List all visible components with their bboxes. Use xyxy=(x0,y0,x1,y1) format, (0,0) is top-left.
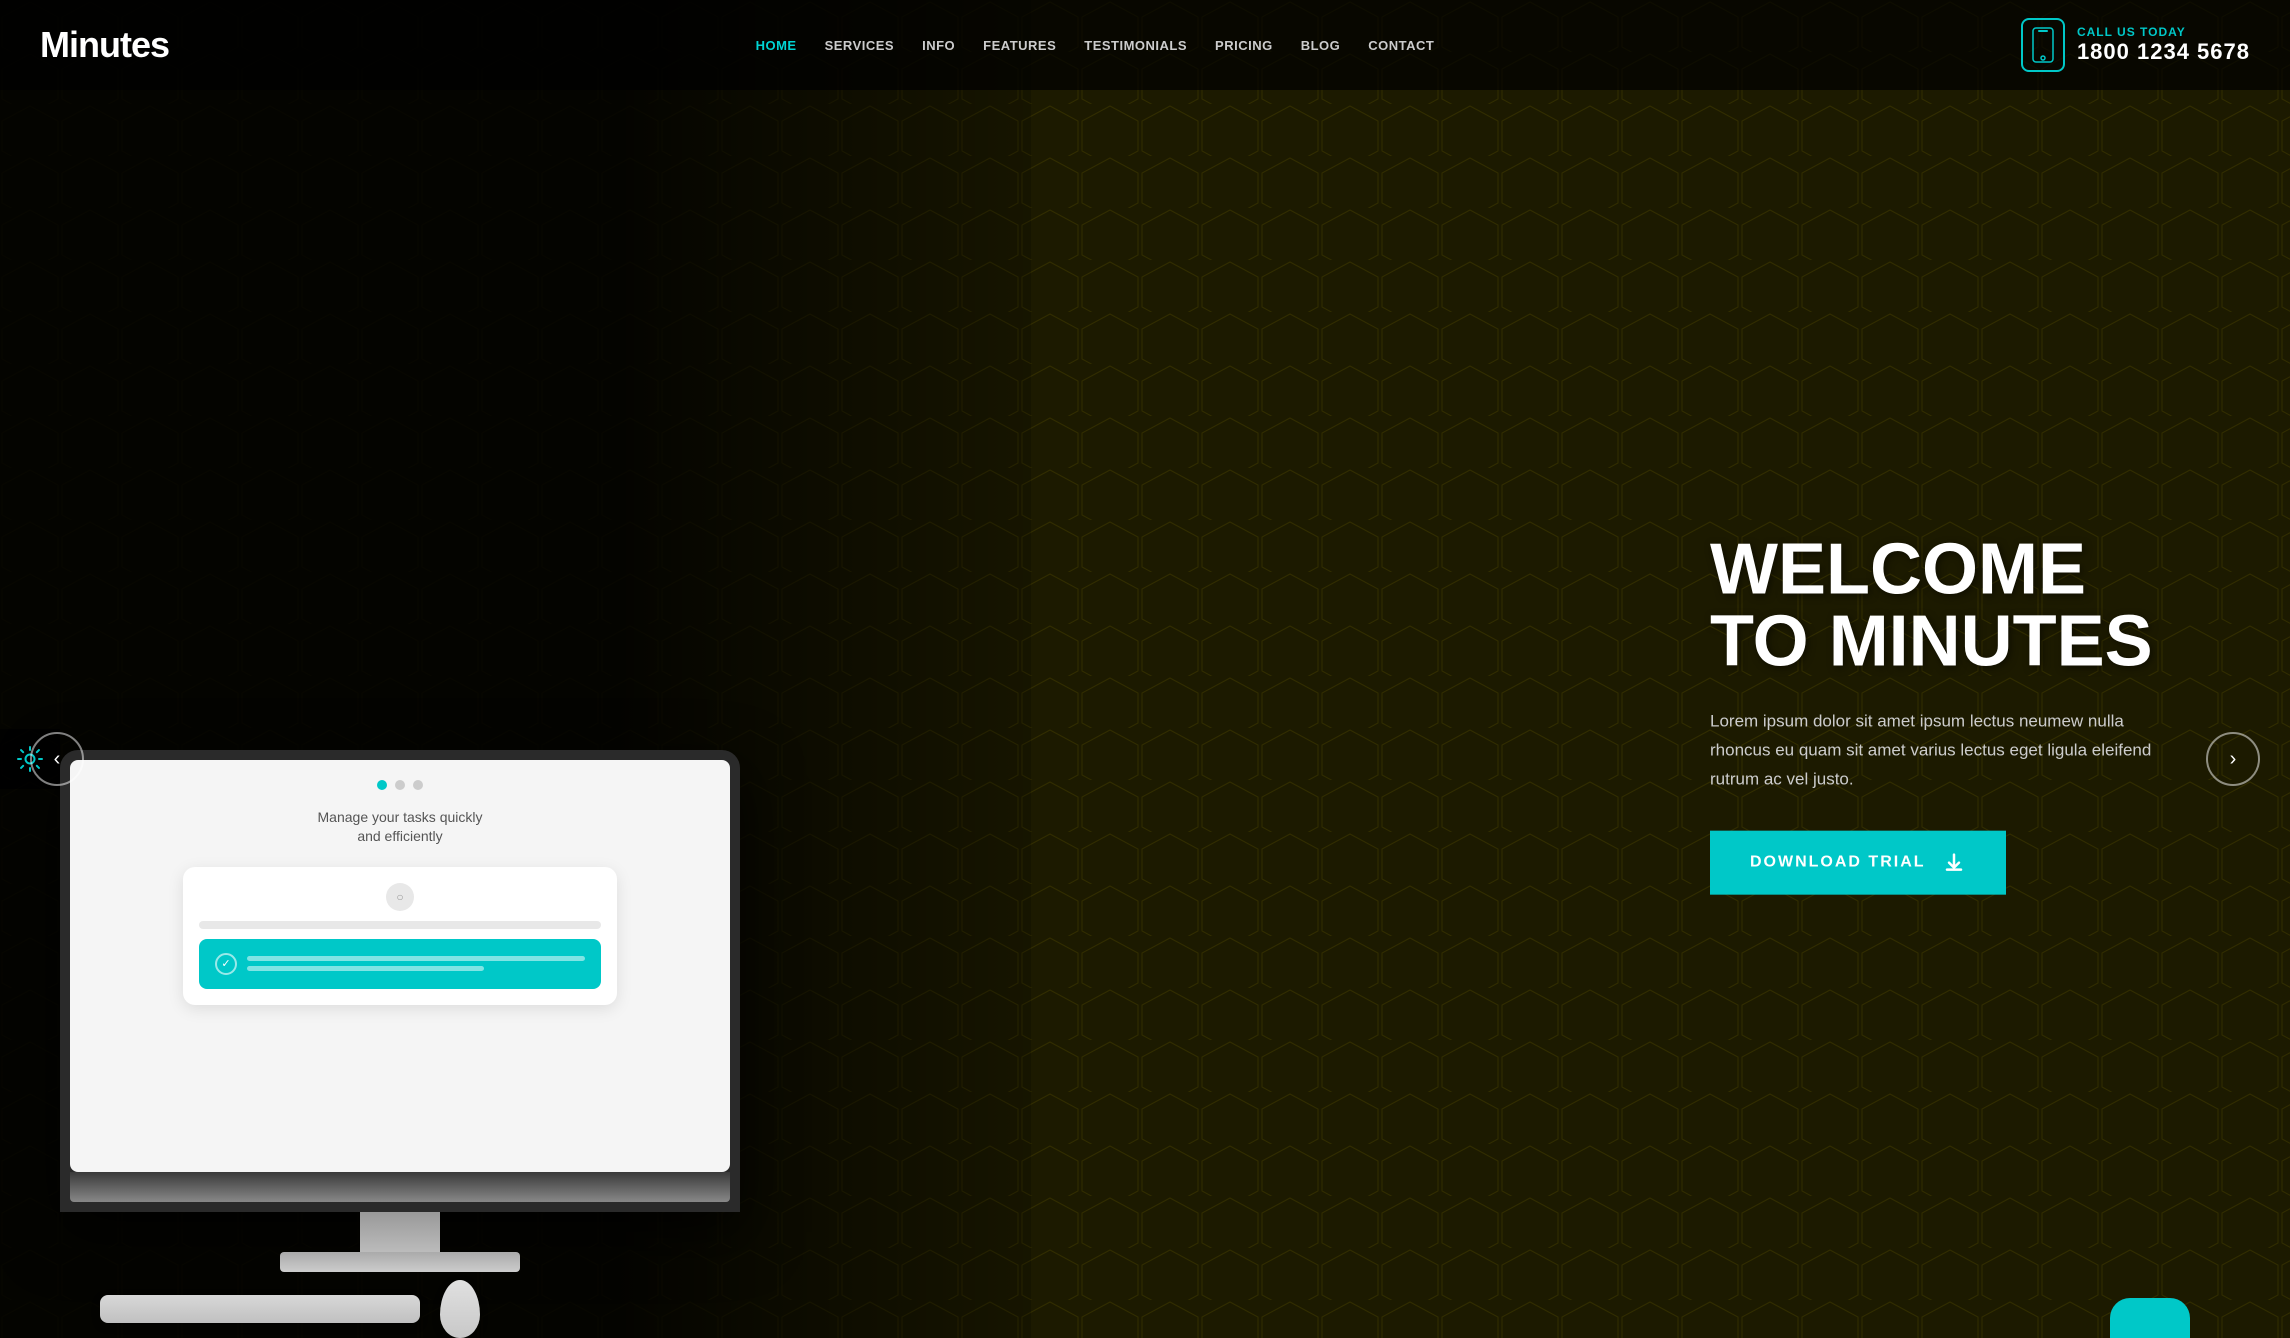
screen-line-1 xyxy=(247,956,585,961)
download-btn-label: DOWNLOAD TRIAL xyxy=(1750,853,1926,871)
hero-text-block: WELCOME TO MINUTES Lorem ipsum dolor sit… xyxy=(1710,534,2210,895)
nav-link-info[interactable]: INFO xyxy=(922,38,955,53)
phone-section: CALL US TODAY 1800 1234 5678 xyxy=(2021,18,2250,72)
monitor-screen-wrap: Manage your tasks quickly and efficientl… xyxy=(70,760,730,1173)
screen-manage-text: Manage your tasks quickly and efficientl… xyxy=(318,808,483,847)
hero-description: Lorem ipsum dolor sit amet ipsum lectus … xyxy=(1710,708,2160,795)
nav-link-home[interactable]: HOME xyxy=(756,38,797,53)
teal-shoe-accent xyxy=(2110,1298,2190,1338)
nav-link-blog[interactable]: BLOG xyxy=(1301,38,1341,53)
keyboard-mouse-wrap xyxy=(60,1280,740,1338)
phone-icon-wrap xyxy=(2021,18,2065,72)
screen-line-2 xyxy=(247,966,484,971)
monitor-screen: Manage your tasks quickly and efficientl… xyxy=(70,760,730,1173)
dot-active xyxy=(377,780,387,790)
nav-link-contact[interactable]: CONTACT xyxy=(1368,38,1434,53)
hero-section: Minutes HOME SERVICES INFO FEATURES TEST… xyxy=(0,0,2290,1338)
welcome-title: WELCOME TO MINUTES xyxy=(1710,534,2210,678)
keyboard xyxy=(100,1295,420,1323)
phone-text-block: CALL US TODAY 1800 1234 5678 xyxy=(2077,25,2250,65)
navigation: Minutes HOME SERVICES INFO FEATURES TEST… xyxy=(0,0,2290,90)
chevron-right-icon: › xyxy=(2230,748,2237,771)
monitor-chin xyxy=(70,1172,730,1202)
monitor-outer: Manage your tasks quickly and efficientl… xyxy=(60,750,740,1213)
nav-links-group: HOME SERVICES INFO FEATURES TESTIMONIALS… xyxy=(756,38,1435,53)
phone-icon xyxy=(2032,27,2054,63)
nav-link-testimonials[interactable]: TESTIMONIALS xyxy=(1084,38,1187,53)
nav-link-services[interactable]: SERVICES xyxy=(825,38,895,53)
nav-link-features[interactable]: FEATURES xyxy=(983,38,1056,53)
screen-check-icon: ✓ xyxy=(215,953,237,975)
call-us-label: CALL US TODAY xyxy=(2077,25,2250,39)
dot-inactive-2 xyxy=(413,780,423,790)
hero-content: Manage your tasks quickly and efficientl… xyxy=(0,90,2290,1338)
carousel-next-button[interactable]: › xyxy=(2206,732,2260,786)
screen-circle-icon: ○ xyxy=(386,883,414,911)
monitor-neck xyxy=(360,1212,440,1252)
carousel-prev-button[interactable]: ‹ xyxy=(30,732,84,786)
nav-link-pricing[interactable]: PRICING xyxy=(1215,38,1273,53)
chevron-left-icon: ‹ xyxy=(54,748,61,771)
phone-number: 1800 1234 5678 xyxy=(2077,39,2250,65)
brand-logo: Minutes xyxy=(40,24,169,66)
mouse xyxy=(440,1280,480,1338)
screen-lines xyxy=(247,956,585,971)
screen-card: ○ ✓ xyxy=(183,867,617,1005)
screen-cta-bar: ✓ xyxy=(199,939,601,989)
monitor-base xyxy=(280,1252,520,1272)
dot-inactive-1 xyxy=(395,780,405,790)
screen-dots xyxy=(377,780,423,790)
download-trial-button[interactable]: DOWNLOAD TRIAL xyxy=(1710,830,2006,894)
download-icon xyxy=(1942,850,1966,874)
screen-input-line xyxy=(199,921,601,929)
computer-mockup: Manage your tasks quickly and efficientl… xyxy=(60,750,740,1338)
